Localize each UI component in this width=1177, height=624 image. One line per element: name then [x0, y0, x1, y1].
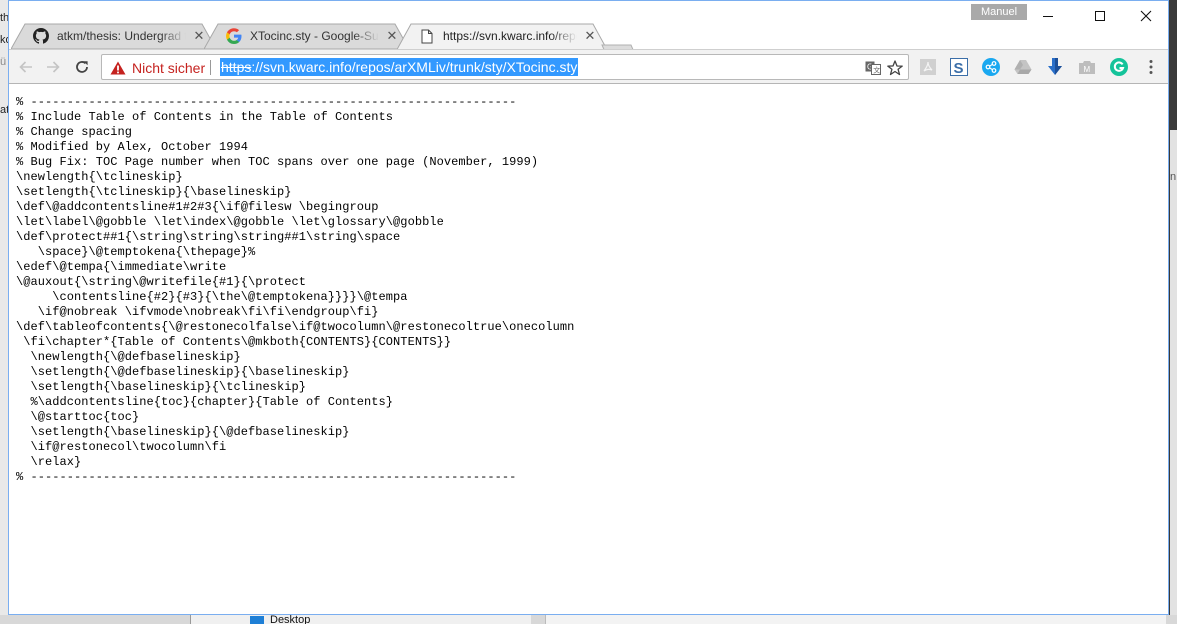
- source-line: % Modified by Alex, October 1994: [16, 140, 249, 154]
- tab-title: XTocinc.sty - Google-Suche: [250, 29, 379, 43]
- background-text-fragment: ü: [0, 56, 7, 68]
- extension-m[interactable]: M: [1077, 57, 1097, 77]
- tab-github[interactable]: atkm/thesis: Undergrad thesis ✕: [11, 23, 216, 49]
- github-icon: [33, 28, 49, 44]
- source-line: \newlength{\tclineskip}: [16, 170, 183, 184]
- svg-text:文: 文: [873, 66, 880, 75]
- tab-strip: atkm/thesis: Undergrad thesis ✕ XTocinc.…: [9, 19, 1168, 62]
- reload-button[interactable]: [71, 56, 93, 78]
- drive-icon: [1014, 60, 1032, 74]
- source-line: % Include Table of Contents in the Table…: [16, 110, 394, 124]
- back-button[interactable]: [15, 56, 37, 78]
- download-icon: [1048, 58, 1062, 75]
- grammarly-icon: [1110, 58, 1128, 76]
- m-icon: M: [1079, 61, 1095, 74]
- source-line: \setlength{\baselineskip}{\@defbaselines…: [16, 425, 350, 439]
- extension-grammarly[interactable]: [1109, 57, 1129, 77]
- page-icon: [419, 28, 435, 44]
- google-icon: [226, 28, 242, 44]
- source-line: \space}\@temptokena{\thepage}%: [16, 245, 256, 259]
- source-line: \if@restonecol\twocolumn\fi: [16, 440, 227, 454]
- source-line: \if@nobreak \ifvmode\nobreak\fi\fi\endgr…: [16, 305, 379, 319]
- source-line: \setlength{\baselineskip}{\tclineskip}: [16, 380, 307, 394]
- extension-download[interactable]: [1045, 57, 1065, 77]
- source-line: \relax}: [16, 455, 82, 469]
- title-bar: Manuel atkm/thesis: Undergrad thesis ✕: [9, 1, 1168, 62]
- bookmark-button[interactable]: [886, 59, 904, 77]
- tab-active-svn[interactable]: https://svn.kwarc.info/repos/arXMLiv/tru…: [397, 23, 607, 49]
- close-tab-icon[interactable]: ✕: [583, 28, 597, 43]
- star-icon: [887, 60, 903, 76]
- s-icon: S: [950, 58, 968, 76]
- arrow-left-icon: [19, 61, 32, 73]
- tab-title: https://svn.kwarc.info/repos/arXMLiv/tru…: [443, 29, 577, 43]
- close-tab-icon[interactable]: ✕: [192, 28, 206, 43]
- source-line: \fi\chapter*{Table of Contents\@mkboth{C…: [16, 335, 452, 349]
- translate-button[interactable]: G文: [864, 59, 882, 77]
- extension-pdf[interactable]: [918, 57, 938, 77]
- security-indicator[interactable]: Nicht sicher: [110, 59, 205, 76]
- security-label: Nicht sicher: [132, 59, 206, 76]
- toolbar: Nicht sicher https://svn.kwarc.info/repo…: [9, 49, 1168, 84]
- source-line: \newlength{\@defbaselineskip}: [16, 350, 241, 364]
- warning-icon: [110, 61, 126, 74]
- source-line: \def\tableofcontents{\@restonecolfalse\i…: [16, 320, 575, 334]
- source-line: \contentsline{#2}{#3}{\the\@temptokena}}…: [16, 290, 408, 304]
- address-bar[interactable]: Nicht sicher https://svn.kwarc.info/repo…: [101, 54, 909, 80]
- svg-text:S: S: [954, 60, 964, 76]
- background-window-edge: [1170, 130, 1177, 624]
- source-line: % Bug Fix: TOC Page number when TOC span…: [16, 155, 539, 169]
- browser-window: Manuel atkm/thesis: Undergrad thesis ✕: [8, 0, 1169, 615]
- background-desktop-folder[interactable]: Desktop: [250, 615, 310, 624]
- svg-text:M: M: [1084, 65, 1091, 74]
- close-tab-icon[interactable]: ✕: [385, 28, 399, 43]
- background-text-fragment: n: [1170, 171, 1177, 183]
- share-icon: [982, 58, 1000, 76]
- omnibox-separator: [210, 60, 211, 75]
- source-line: \@starttoc{toc}: [16, 410, 140, 424]
- url-rest: ://svn.kwarc.info/repos/arXMLiv/trunk/st…: [251, 59, 578, 75]
- background-explorer-pane-right: [545, 615, 1166, 624]
- tab-google-search[interactable]: XTocinc.sty - Google-Suche ✕: [204, 23, 409, 49]
- reload-icon: [76, 61, 88, 73]
- extension-drive[interactable]: [1013, 57, 1033, 77]
- source-line: \def\protect##1{\string\string\string##1…: [16, 230, 401, 244]
- translate-icon: G文: [865, 61, 881, 75]
- source-line: % --------------------------------------…: [16, 470, 517, 484]
- source-line: % Change spacing: [16, 125, 133, 139]
- folder-icon: [250, 616, 264, 624]
- source-line: \edef\@tempa{\immediate\write: [16, 260, 227, 274]
- arrow-right-icon: [47, 61, 60, 73]
- source-line: \let\label\@gobble \let\index\@gobble \l…: [16, 215, 444, 229]
- url-text[interactable]: https://svn.kwarc.info/repos/arXMLiv/tru…: [220, 58, 579, 76]
- page-content: % --------------------------------------…: [9, 84, 1168, 614]
- source-line: \@auxout{\string\@writefile{#1}{\protect: [16, 275, 307, 289]
- menu-icon: [1149, 60, 1153, 74]
- extension-s[interactable]: S: [949, 57, 969, 77]
- source-line: \setlength{\tclineskip}{\baselineskip}: [16, 185, 292, 199]
- source-line: %\addcontentsline{toc}{chapter}{Table of…: [16, 395, 394, 409]
- chrome-menu-button[interactable]: [1141, 57, 1161, 77]
- url-scheme: https: [221, 59, 252, 75]
- source-text: % --------------------------------------…: [16, 95, 574, 485]
- source-line: \setlength{\@defbaselineskip}{\baselines…: [16, 365, 350, 379]
- source-line: % --------------------------------------…: [16, 95, 517, 109]
- source-line: \def\@addcontentsline#1#2#3{\if@filesw \…: [16, 200, 379, 214]
- profile-button[interactable]: Manuel: [971, 4, 1027, 20]
- tab-title: atkm/thesis: Undergrad thesis: [57, 29, 186, 43]
- forward-button[interactable]: [42, 56, 64, 78]
- pdf-icon: [920, 59, 936, 75]
- background-explorer-pane: [190, 615, 531, 624]
- extension-share[interactable]: [981, 57, 1001, 77]
- folder-label: Desktop: [270, 615, 311, 624]
